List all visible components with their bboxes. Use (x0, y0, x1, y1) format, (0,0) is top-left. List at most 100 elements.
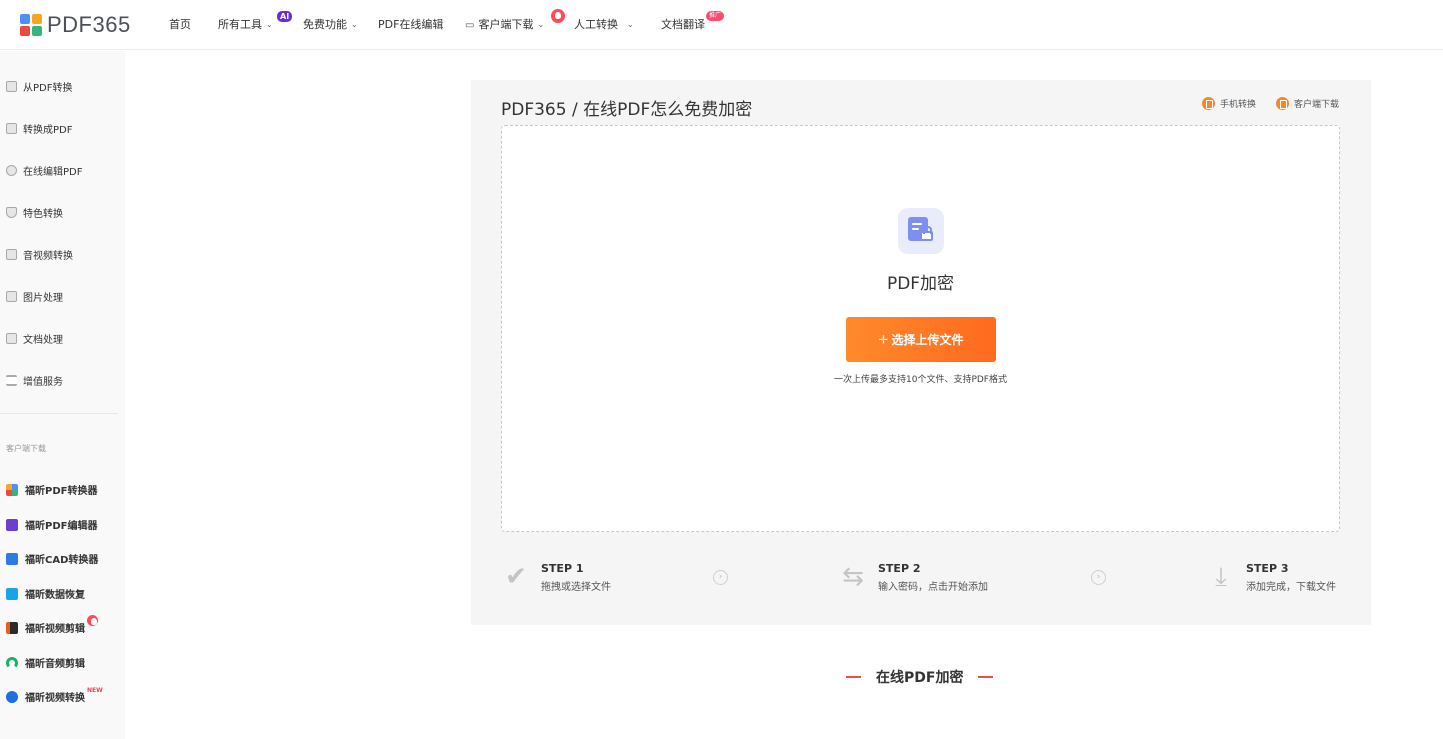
edit-icon (6, 165, 17, 176)
pdf-editor-app-icon (6, 518, 18, 531)
logo[interactable]: PDF365 (20, 12, 131, 38)
upload-dropzone[interactable]: PDF加密 + 选择上传文件 一次上传最多支持10个文件、支持PDF格式 (501, 125, 1340, 532)
mobile-convert-link[interactable]: 手机转换 (1202, 97, 1256, 110)
download-tray-icon: ⤓ (1215, 562, 1227, 592)
section-title-text: 在线PDF加密 (876, 670, 964, 686)
promo-badge: 推广 (706, 11, 725, 21)
plus-icon: + (878, 329, 889, 349)
logo-icon (20, 14, 42, 36)
sidebar-caption: 客户端下载 (6, 444, 46, 453)
sidebar-item-document[interactable]: 文档处理 (6, 331, 63, 346)
step-title: STEP 1 (541, 562, 584, 575)
upload-hint: 一次上传最多支持10个文件、支持PDF格式 (834, 375, 1007, 385)
pdf-in-icon (6, 123, 17, 134)
check-icon: ✔ (505, 562, 527, 592)
swap-icon: ⇆ (842, 562, 864, 592)
sidebar-item-label: 增值服务 (23, 377, 63, 388)
sidebar-item-edit-pdf[interactable]: 在线编辑PDF (6, 163, 82, 178)
nav-manual-label: 人工转换 (574, 18, 618, 31)
title-dash-right (978, 676, 994, 678)
sidebar-item-label: 从PDF转换 (23, 83, 73, 94)
pdf-lock-icon (898, 208, 944, 254)
step-arrow-icon: › (713, 570, 728, 585)
nav-translate-label: 文档翻译 (661, 18, 705, 31)
image-icon (6, 291, 17, 302)
sidebar-item-to-pdf[interactable]: 转换成PDF (6, 121, 72, 136)
top-header: PDF365 首页 所有工具 ⌄ AI 免费功能 ⌄ PDF在线编辑 ▭ 客户端下载 ⌄… (0, 0, 1443, 50)
audio-editor-app-icon (6, 656, 18, 669)
shield-icon (6, 207, 17, 218)
document-icon (6, 333, 17, 344)
client-download-label: 客户端下载 (1294, 100, 1340, 110)
sidebar-item-label: 图片处理 (23, 293, 63, 304)
app-label: 福昕视频转换 (25, 693, 85, 704)
upload-file-button[interactable]: + 选择上传文件 (846, 317, 996, 362)
step-desc: 拖拽或选择文件 (541, 582, 611, 593)
sidebar-item-label: 转换成PDF (23, 125, 73, 136)
sidebar-item-label: 音视频转换 (23, 251, 73, 262)
logo-text: PDF365 (47, 12, 131, 37)
hot-badge-icon (87, 615, 98, 626)
chevron-down-icon: ⌄ (266, 20, 273, 29)
app-label: 福昕PDF编辑器 (25, 521, 98, 532)
upload-button-label: 选择上传文件 (891, 333, 964, 347)
step-2: ⇆ STEP 2 输入密码，点击开始添加 (838, 562, 988, 593)
nav-manual[interactable]: 人工转换 ⌄ (574, 16, 634, 32)
list-icon (6, 375, 17, 386)
app-label: 福昕CAD转换器 (25, 555, 99, 566)
app-cad-converter[interactable]: 福昕CAD转换器 (6, 551, 98, 566)
nav-client-download-label: 客户端下载 (478, 18, 534, 31)
title-dash-left (846, 676, 861, 678)
step-arrow-icon: › (1091, 570, 1106, 585)
step-desc: 输入密码，点击开始添加 (878, 582, 988, 593)
app-data-recovery[interactable]: 福昕数据恢复 (6, 586, 85, 601)
app-label: 福昕视频剪辑 (25, 624, 85, 635)
tool-title: PDF加密 (886, 274, 955, 294)
app-audio-editor[interactable]: 福昕音频剪辑 (6, 655, 85, 670)
nav-all-tools[interactable]: 所有工具 ⌄ AI (218, 11, 293, 32)
data-recovery-app-icon (6, 587, 18, 600)
nav-home[interactable]: 首页 (169, 16, 191, 32)
sidebar-item-image[interactable]: 图片处理 (6, 289, 63, 304)
media-icon (6, 249, 17, 260)
step-title: STEP 2 (878, 562, 921, 575)
nav-client-download[interactable]: ▭ 客户端下载 ⌄ (465, 9, 565, 32)
pdf-converter-app-icon (6, 483, 18, 496)
app-pdf-converter[interactable]: 福昕PDF转换器 (6, 482, 97, 497)
phone-icon (1202, 97, 1215, 110)
pdf-out-icon (6, 81, 17, 92)
sidebar: 从PDF转换 转换成PDF 在线编辑PDF 特色转换 音视频转换 图片处理 文档… (0, 51, 125, 739)
nav-translate[interactable]: 文档翻译 推广 (661, 11, 725, 32)
app-video-converter[interactable]: 福昕视频转换 NEW (6, 687, 103, 704)
nav-edit-online[interactable]: PDF在线编辑 (378, 16, 443, 32)
app-pdf-editor[interactable]: 福昕PDF编辑器 (6, 517, 97, 532)
cad-converter-app-icon (6, 552, 18, 565)
step-title: STEP 3 (1246, 562, 1289, 575)
chevron-down-icon: ⌄ (627, 20, 634, 29)
mobile-convert-label: 手机转换 (1220, 100, 1257, 110)
step-3: ⤓ STEP 3 添加完成，下载文件 (1206, 562, 1336, 593)
nav-all-tools-label: 所有工具 (218, 18, 262, 31)
nav-free[interactable]: 免费功能 ⌄ (303, 16, 358, 32)
step-desc: 添加完成，下载文件 (1246, 582, 1336, 593)
monitor-icon: ▭ (465, 20, 475, 31)
tool-panel: PDF365 / 在线PDF怎么免费加密 手机转换 客户端下载 PDF加密 + … (471, 80, 1371, 625)
hot-badge-icon (551, 9, 565, 23)
video-converter-app-icon (6, 690, 18, 703)
new-badge: NEW (87, 687, 103, 694)
video-editor-app-icon (6, 621, 18, 634)
sidebar-item-media[interactable]: 音视频转换 (6, 247, 73, 262)
step-1: ✔ STEP 1 拖拽或选择文件 (501, 562, 611, 593)
app-label: 福昕音频剪辑 (25, 659, 85, 670)
ai-badge: AI (277, 11, 293, 22)
app-label: 福昕数据恢复 (25, 590, 85, 601)
breadcrumb: PDF365 / 在线PDF怎么免费加密 (501, 100, 753, 120)
section-title: 在线PDF加密 (846, 667, 994, 687)
app-video-editor[interactable]: 福昕视频剪辑 (6, 615, 98, 635)
sidebar-item-special[interactable]: 特色转换 (6, 205, 63, 220)
sidebar-item-value-added[interactable]: 增值服务 (6, 373, 63, 388)
chevron-down-icon: ⌄ (537, 20, 545, 29)
sidebar-item-from-pdf[interactable]: 从PDF转换 (6, 79, 72, 94)
client-download-link[interactable]: 客户端下载 (1276, 97, 1339, 110)
download-icon (1276, 97, 1289, 110)
